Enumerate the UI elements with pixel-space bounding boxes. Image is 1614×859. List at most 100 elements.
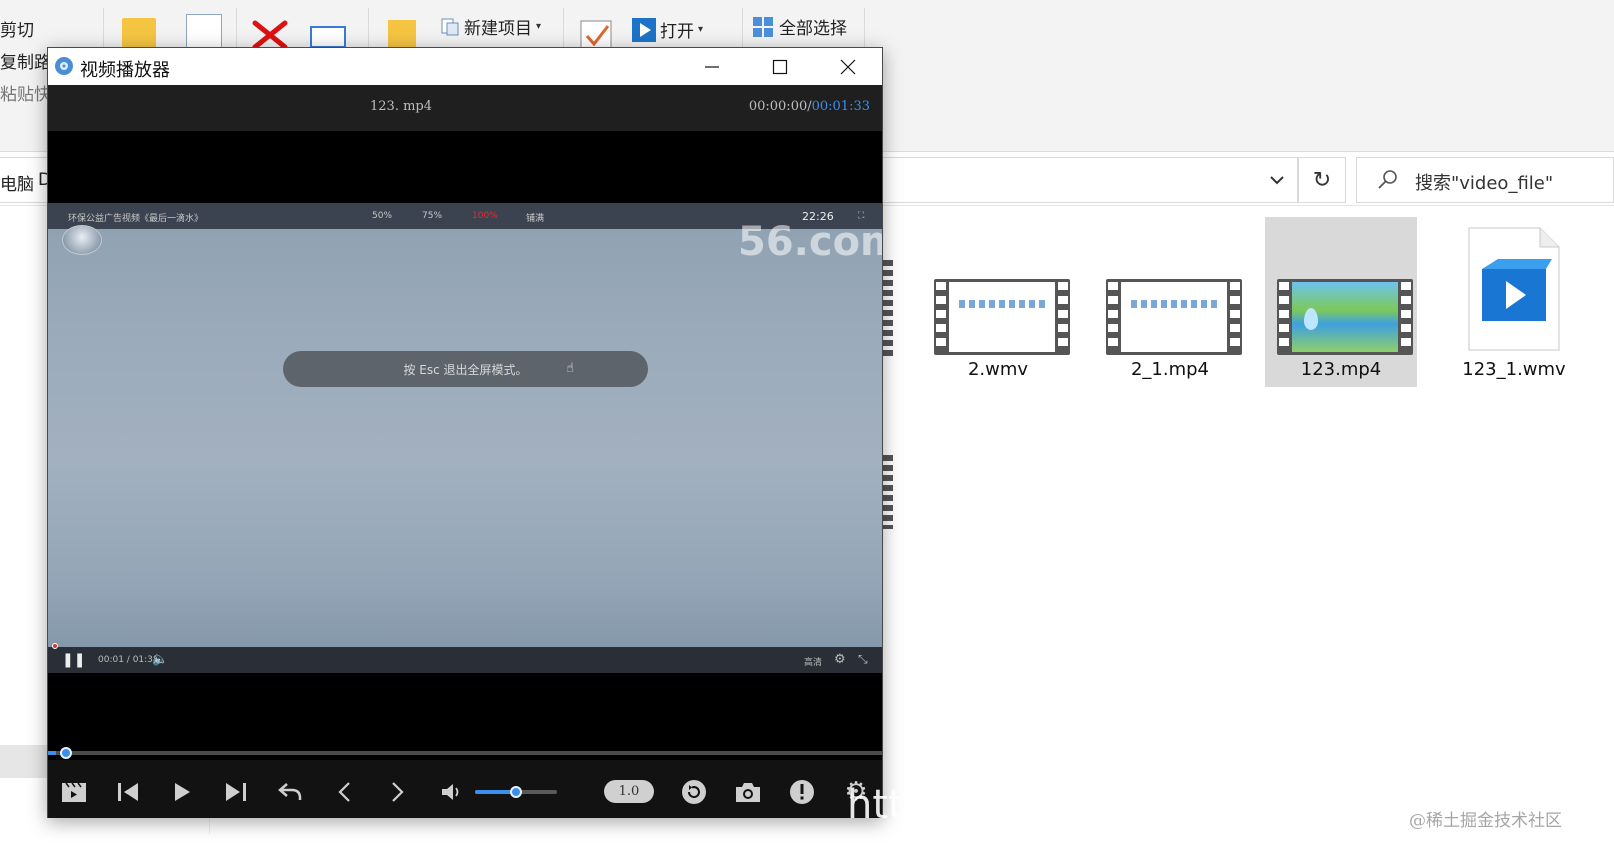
replay-icon [682, 780, 706, 804]
undo-icon [278, 783, 302, 800]
fullscreen-exit-hint: 按 Esc 退出全屏模式。 ☝ [283, 351, 648, 387]
embedded-video-title: 环保公益广告视频《最后一滴水》 [68, 214, 204, 224]
embedded-opt-50: 50% [372, 211, 393, 221]
watermark: @稀土掘金技术社区 [1409, 811, 1562, 831]
search-input[interactable]: 搜索"video_file" [1356, 157, 1614, 203]
step-forward-button[interactable] [384, 778, 412, 806]
chevron-down-icon[interactable] [1269, 174, 1285, 186]
delete-icon[interactable] [252, 20, 288, 50]
select-all-button[interactable]: 全部选择 [752, 14, 847, 39]
embedded-video-controls: ❚❚ 00:01 / 01:38 🔈 高清 ⚙ ⤡ [48, 647, 882, 673]
move-to-icon[interactable] [122, 18, 156, 48]
breadcrumb-separator-icon: › [18, 170, 24, 188]
embedded-opt-100: 100% [472, 211, 498, 221]
exclamation-icon [790, 780, 814, 804]
cursor-icon: ☝ [566, 361, 574, 376]
video-file-icon [1468, 227, 1560, 351]
previous-button[interactable] [114, 778, 142, 806]
file-name: 2_1.mp4 [1130, 359, 1210, 380]
file-item[interactable]: 2_1.mp4 [1094, 217, 1246, 387]
playback-speed-button[interactable]: 1.0 [604, 780, 654, 803]
chevron-down-icon: ▾ [698, 24, 704, 35]
video-thumbnail [1106, 279, 1242, 355]
maximize-button[interactable] [746, 48, 814, 85]
embedded-opt-full: 铺满 [526, 214, 545, 224]
mute-button[interactable] [438, 778, 466, 806]
time-readout: 00:00:00/00:01:33 [749, 99, 870, 114]
file-item[interactable]: 123_1.wmv [1438, 217, 1590, 387]
embedded-settings-icon: ⚙ [834, 652, 846, 667]
replay-button[interactable] [680, 778, 708, 806]
seek-bar[interactable] [48, 747, 882, 759]
chevron-left-icon [338, 782, 350, 802]
chevron-right-icon [392, 782, 404, 802]
rename-icon[interactable] [310, 26, 346, 48]
close-icon [840, 59, 856, 74]
search-icon [1378, 170, 1397, 189]
minimize-button[interactable] [678, 48, 746, 85]
file-item[interactable]: 2.wmv [922, 217, 1074, 387]
breadcrumb-pc[interactable]: 电脑 [0, 170, 34, 195]
minimize-icon [705, 65, 719, 68]
search-placeholder: 搜索"video_file" [1415, 173, 1554, 194]
new-item-label: 新建项目 [464, 19, 532, 39]
next-button[interactable] [222, 778, 250, 806]
play-file-icon [632, 17, 656, 42]
clapperboard-icon [62, 782, 86, 802]
player-app-icon [55, 57, 73, 75]
nav-pane-selected-item[interactable] [0, 745, 48, 778]
video-thumbnail [1277, 279, 1413, 355]
open-button[interactable]: 打开 ▾ [632, 17, 703, 42]
volume-slider-handle[interactable] [510, 786, 522, 798]
skip-next-icon [226, 783, 246, 801]
play-button[interactable] [168, 778, 196, 806]
screenshot-button[interactable] [734, 778, 762, 806]
volume-slider[interactable] [475, 786, 557, 798]
file-thumbnail-edge [883, 455, 893, 529]
info-button[interactable] [788, 778, 816, 806]
seek-bar-handle[interactable] [60, 747, 73, 759]
player-info-bar: 123. mp4 00:00:00/00:01:33 [48, 85, 882, 131]
volume-icon [442, 784, 459, 800]
select-all-label: 全部选择 [779, 19, 847, 39]
video-frame: 环保公益广告视频《最后一滴水》 50% 75% 100% 铺满 22:26 ⛶ … [48, 203, 882, 673]
embedded-progress-knob [52, 643, 58, 649]
seek-bar-fill [48, 751, 57, 755]
embedded-volume-icon: 🔈 [152, 652, 169, 667]
maximize-icon [772, 59, 788, 74]
new-folder-icon[interactable] [388, 20, 416, 50]
playlist-button[interactable] [60, 778, 88, 806]
file-item-selected[interactable]: 123.mp4 [1265, 217, 1417, 387]
select-all-icon [753, 16, 773, 37]
step-back-button[interactable] [330, 778, 358, 806]
file-name: 2.wmv [967, 359, 1029, 380]
video-player-window[interactable]: 视频播放器 123. mp4 00:00:00/00:01:33 环保公益广告视… [47, 47, 883, 818]
embedded-exit-fullscreen-icon: ⤡ [858, 652, 868, 666]
url-overlay-text: http [847, 782, 930, 828]
new-item-icon [441, 18, 459, 35]
file-name: 123.mp4 [1300, 359, 1382, 380]
copy-to-icon[interactable] [186, 14, 222, 48]
play-icon [175, 783, 190, 801]
player-controls: 1.0 ⚙ [48, 760, 882, 818]
file-name: 123_1.wmv [1462, 359, 1566, 380]
embedded-quality: 高清 [804, 658, 823, 668]
embedded-pause-icon: ❚❚ [62, 652, 86, 668]
cut-button[interactable]: 剪切 [0, 16, 34, 41]
new-item-button[interactable]: 新建项目 ▾ [440, 14, 541, 39]
embedded-opt-75: 75% [422, 211, 443, 221]
player-titlebar[interactable]: 视频播放器 [48, 48, 882, 85]
embedded-avatar [62, 225, 102, 255]
camera-icon [736, 783, 760, 802]
open-label: 打开 [660, 22, 694, 42]
chevron-down-icon: ▾ [536, 21, 542, 32]
embedded-logo: 56.com [738, 219, 882, 265]
embedded-play-time: 00:01 / 01:38 [98, 655, 159, 665]
time-total: 00:01:33 [811, 99, 870, 114]
close-button[interactable] [814, 48, 882, 85]
video-viewport[interactable]: 环保公益广告视频《最后一滴水》 50% 75% 100% 铺满 22:26 ⛶ … [48, 131, 882, 746]
skip-previous-icon [118, 783, 138, 801]
undo-button[interactable] [276, 778, 304, 806]
refresh-button[interactable]: ↻ [1298, 157, 1346, 203]
window-title: 视频播放器 [80, 60, 170, 81]
